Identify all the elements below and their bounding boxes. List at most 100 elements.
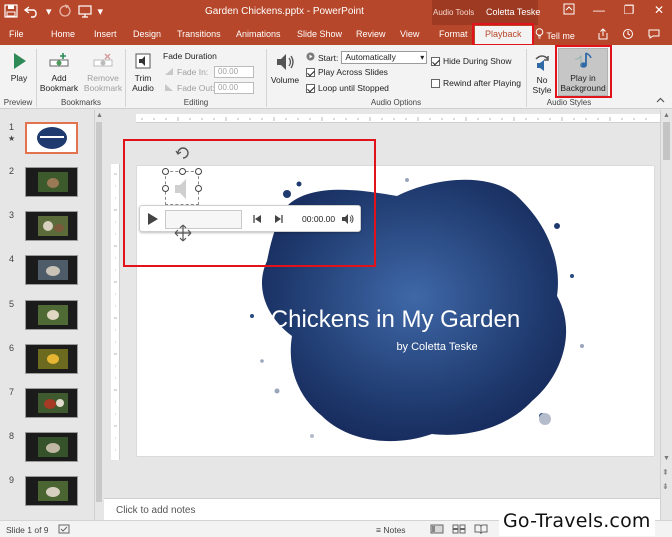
- notes-placeholder[interactable]: Click to add notes: [116, 505, 196, 516]
- tab-view[interactable]: View: [400, 29, 419, 39]
- ribbon-display-options-icon[interactable]: [562, 3, 576, 18]
- start-dropdown[interactable]: Automatically: [341, 51, 428, 64]
- slide-thumbnail-3[interactable]: [25, 211, 78, 241]
- slide-thumbnail-5[interactable]: [25, 300, 78, 330]
- player-play-button[interactable]: [148, 213, 158, 225]
- scroll-up-icon[interactable]: ▲: [96, 112, 103, 119]
- loop-until-stopped-check[interactable]: [306, 83, 315, 93]
- share-icon[interactable]: [597, 28, 609, 42]
- save-icon[interactable]: [4, 4, 18, 20]
- slide-subtitle[interactable]: by Coletta Teske: [332, 341, 542, 353]
- tab-review[interactable]: Review: [356, 29, 386, 39]
- slide-thumbnail-6[interactable]: [25, 344, 78, 374]
- comments-icon[interactable]: [648, 28, 660, 42]
- undo-icon[interactable]: [23, 4, 40, 20]
- move-handle-icon[interactable]: [174, 224, 192, 244]
- resize-handle[interactable]: [179, 168, 186, 175]
- customize-qat-icon[interactable]: ▾: [98, 4, 104, 20]
- slide-thumbnail-1-art: [37, 127, 67, 149]
- tell-me-box[interactable]: Tell me: [535, 28, 575, 41]
- resize-handle[interactable]: [162, 185, 169, 192]
- slide-thumbnail-7[interactable]: [25, 388, 78, 418]
- fade-in-input[interactable]: 00.00: [214, 66, 254, 78]
- play-in-background-button[interactable]: Play in Background: [558, 48, 608, 96]
- resize-handle[interactable]: [195, 168, 202, 175]
- slide-audio-star-icon: ★: [8, 134, 16, 143]
- hide-during-show-checkbox[interactable]: Hide During Show: [431, 56, 512, 66]
- play-across-slides-check[interactable]: [306, 67, 315, 77]
- remove-bookmark-button[interactable]: Remove Bookmark: [82, 51, 124, 93]
- no-style-button[interactable]: No Style: [529, 51, 555, 95]
- play-button[interactable]: Play: [4, 51, 34, 83]
- undo-dropdown-icon[interactable]: ▾: [46, 4, 52, 20]
- tab-transitions[interactable]: Transitions: [177, 29, 221, 39]
- seek-back-icon[interactable]: [252, 214, 262, 226]
- fade-out-row: Fade Out: 00.00: [164, 82, 254, 94]
- slide-thumbnail-6-art: [38, 349, 68, 369]
- tab-slide-show[interactable]: Slide Show: [297, 29, 342, 39]
- scroll-down-icon[interactable]: ▼: [663, 455, 670, 462]
- slide-thumbnail-9[interactable]: [25, 476, 78, 506]
- hide-during-show-check[interactable]: [431, 56, 440, 66]
- scroll-thumb[interactable]: [663, 122, 670, 160]
- resize-handle[interactable]: [162, 168, 169, 175]
- lightbulb-icon: [535, 28, 546, 41]
- tab-playback[interactable]: Playback: [475, 26, 532, 45]
- thumb-number: 4: [9, 254, 15, 264]
- rewind-after-playing-checkbox[interactable]: Rewind after Playing: [431, 78, 521, 88]
- tab-design[interactable]: Design: [133, 29, 161, 39]
- slide-thumbnail-3-art: [38, 216, 68, 236]
- vertical-ruler[interactable]: [111, 164, 120, 460]
- history-icon[interactable]: [622, 28, 634, 42]
- slide-sorter-icon[interactable]: [452, 524, 466, 536]
- group-label-preview: Preview: [3, 98, 33, 107]
- loop-until-stopped-checkbox[interactable]: Loop until Stopped: [306, 83, 389, 93]
- audio-object-selection[interactable]: [162, 168, 202, 205]
- slide-thumbnail-9-art: [38, 481, 68, 501]
- player-volume-icon[interactable]: [341, 213, 355, 227]
- volume-button[interactable]: Volume: [268, 51, 302, 85]
- collapse-ribbon-icon[interactable]: [656, 97, 665, 103]
- resize-handle[interactable]: [195, 185, 202, 192]
- next-slide-icon[interactable]: ⇟: [662, 482, 669, 491]
- rotate-handle-icon[interactable]: [175, 145, 191, 163]
- no-style-icon: [535, 55, 549, 71]
- rewind-after-playing-check[interactable]: [431, 78, 440, 88]
- seek-forward-icon[interactable]: [274, 214, 284, 226]
- play-label: Play: [10, 73, 28, 83]
- minimize-button[interactable]: —: [592, 3, 606, 18]
- tab-file[interactable]: File: [9, 29, 24, 39]
- slide-thumbnail-7-art: [38, 393, 68, 413]
- trim-audio-button[interactable]: Trim Audio: [127, 51, 159, 93]
- thumb-number: 2: [9, 166, 15, 176]
- fade-out-input[interactable]: 00.00: [214, 82, 254, 94]
- tab-insert[interactable]: Insert: [94, 29, 117, 39]
- spellcheck-icon[interactable]: [58, 524, 70, 536]
- slide-thumbnail-8[interactable]: [25, 432, 78, 462]
- play-across-slides-checkbox[interactable]: Play Across Slides: [306, 67, 388, 77]
- tab-home[interactable]: Home: [51, 29, 75, 39]
- close-button[interactable]: ✕: [652, 3, 666, 18]
- slide-thumbnail-2[interactable]: [25, 167, 78, 197]
- thumbnails-scrollbar[interactable]: ▲: [94, 110, 103, 520]
- tab-animations[interactable]: Animations: [236, 29, 281, 39]
- rewind-after-playing-label: Rewind after Playing: [443, 78, 521, 88]
- normal-view-icon[interactable]: [430, 524, 444, 536]
- redo-icon[interactable]: [58, 4, 72, 20]
- user-name[interactable]: Coletta Teske: [486, 7, 540, 17]
- tab-format[interactable]: Format: [439, 29, 468, 39]
- presentation-icon[interactable]: [77, 4, 92, 20]
- slide-title[interactable]: Chickens in My Garden: [137, 306, 654, 334]
- slide-thumbnail-1[interactable]: [25, 122, 78, 154]
- add-bookmark-button[interactable]: Add Bookmark: [38, 51, 80, 93]
- scroll-thumb[interactable]: [96, 122, 102, 502]
- horizontal-ruler[interactable]: [136, 114, 660, 123]
- previous-slide-icon[interactable]: ⇞: [662, 468, 669, 477]
- reading-view-icon[interactable]: [474, 524, 488, 536]
- restore-button[interactable]: ❐: [622, 3, 636, 18]
- slide-thumbnail-4[interactable]: [25, 255, 78, 285]
- editor-vertical-scrollbar[interactable]: ▲ ▼ ⇞ ⇟: [660, 110, 672, 520]
- notes-toggle[interactable]: ≡ Notes: [376, 525, 406, 535]
- scroll-up-icon[interactable]: ▲: [663, 112, 670, 119]
- player-time: 00:00.00: [302, 214, 336, 224]
